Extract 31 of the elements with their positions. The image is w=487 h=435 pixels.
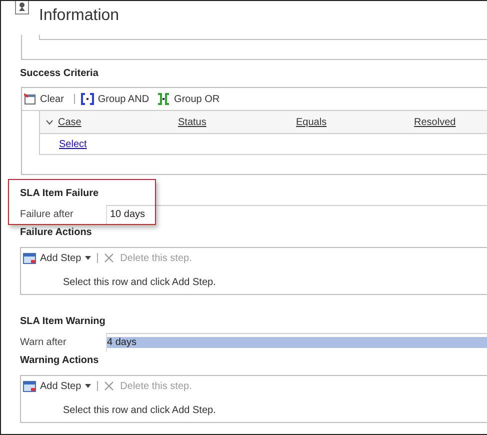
section-heading: SLA Item Warning (19, 315, 106, 329)
bracket-icon (80, 93, 94, 105)
add-step-button[interactable]: Add Step (40, 252, 82, 264)
toolbar-button[interactable]: Group OR (174, 94, 224, 104)
field-label: Warn after (20, 336, 68, 348)
close-icon (104, 253, 114, 263)
duration-field[interactable]: 10 days (106, 204, 487, 224)
caret-icon (85, 256, 92, 260)
clear-icon (24, 93, 36, 105)
chevron-icon[interactable] (46, 120, 52, 124)
select-link[interactable]: Select (59, 138, 87, 150)
hint-text: Select this row and click Add Step. (62, 404, 217, 416)
section-heading: Success Criteria (19, 68, 100, 79)
toolbar-button[interactable]: Clear (40, 94, 68, 104)
page-title: Information (39, 7, 120, 25)
add-step-icon (23, 380, 36, 392)
column-header[interactable]: Equals (296, 116, 327, 128)
column-header[interactable]: Case (58, 116, 82, 128)
section-heading: Warning Actions (19, 355, 100, 368)
section-heading: Failure Actions (19, 227, 93, 240)
bracket-icon (157, 93, 170, 105)
close-icon (104, 381, 114, 391)
hint-text: Select this row and click Add Step. (62, 276, 217, 288)
column-header[interactable]: Resolved (414, 116, 456, 128)
field-label: Failure after (20, 208, 74, 220)
add-step-button[interactable]: Add Step (40, 380, 82, 392)
column-header[interactable]: Status (178, 116, 206, 128)
toolbar-button[interactable]: Group AND (98, 94, 154, 104)
caret-icon (85, 384, 92, 388)
section-heading: SLA Item Failure (19, 187, 100, 201)
add-step-icon (23, 252, 36, 264)
